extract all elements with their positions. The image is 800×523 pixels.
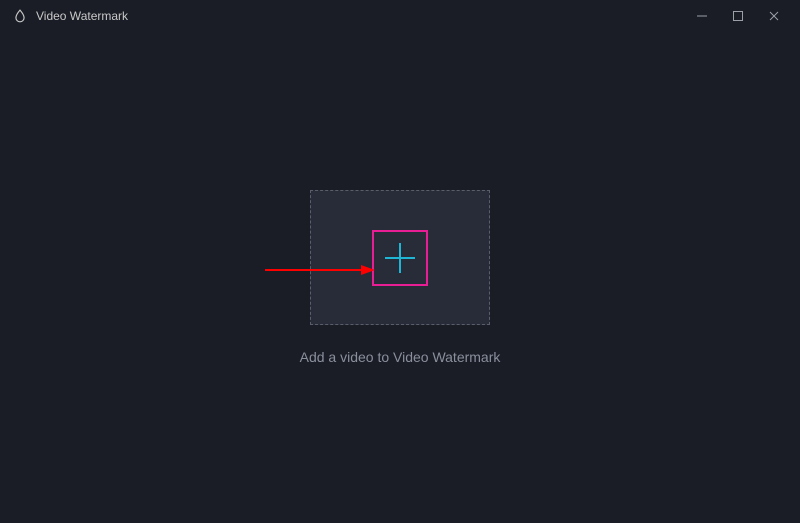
app-title: Video Watermark [36, 9, 128, 23]
titlebar-left: Video Watermark [12, 8, 128, 24]
app-logo-icon [12, 8, 28, 24]
titlebar: Video Watermark [0, 0, 800, 32]
main-area: Add a video to Video Watermark [0, 32, 800, 523]
window-controls [684, 2, 792, 30]
close-button[interactable] [756, 2, 792, 30]
dropzone-hint: Add a video to Video Watermark [300, 349, 501, 365]
minimize-button[interactable] [684, 2, 720, 30]
plus-icon [383, 241, 417, 275]
video-dropzone[interactable] [310, 190, 490, 325]
maximize-button[interactable] [720, 2, 756, 30]
add-video-button[interactable] [372, 230, 428, 286]
